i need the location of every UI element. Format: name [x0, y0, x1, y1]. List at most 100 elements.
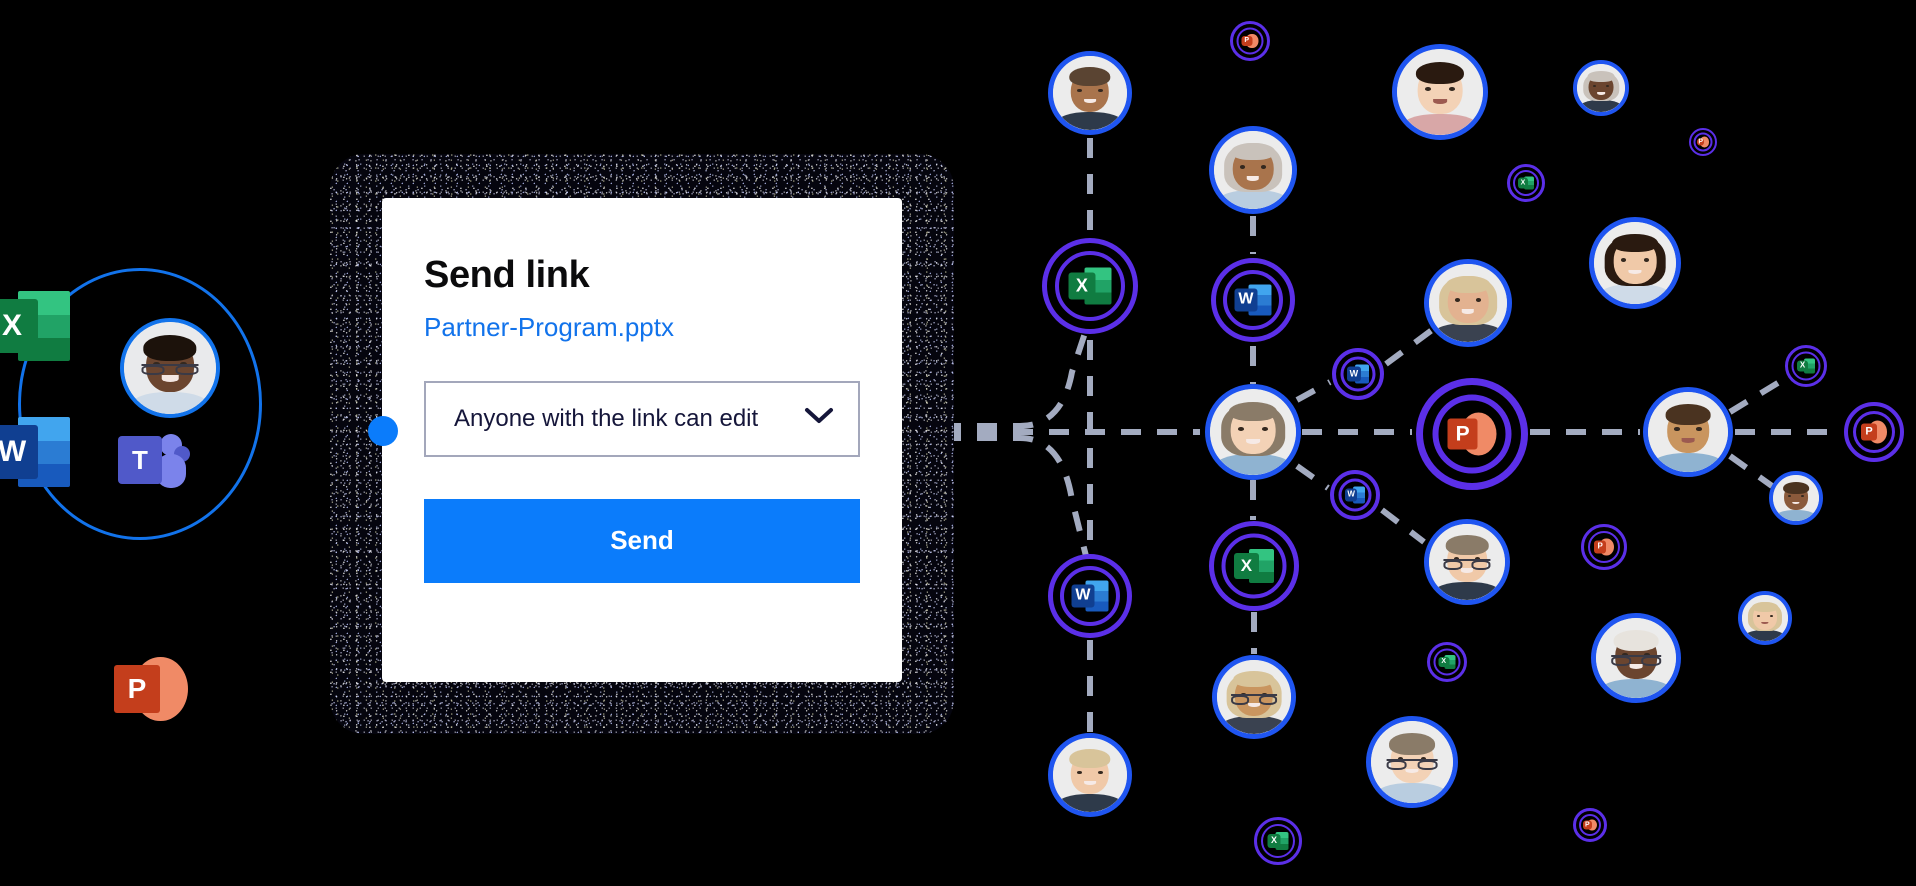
app-glyph-wrapper: W [1347, 364, 1369, 385]
avatar[interactable] [1048, 51, 1132, 135]
app-node-excel[interactable]: X [1254, 817, 1302, 865]
card-connector-dot [368, 416, 398, 446]
app-glyph-wrapper: W [1071, 579, 1109, 614]
avatar-face [1429, 524, 1505, 600]
powerpoint-icon[interactable]: P [114, 654, 188, 724]
excel-icon: X [1797, 358, 1815, 375]
app-node-word[interactable]: W [1211, 258, 1295, 342]
app-node-word[interactable]: W [1330, 470, 1380, 520]
avatar-face [1742, 595, 1788, 641]
ppt-icon: P [1697, 136, 1709, 148]
word-icon: W [1345, 486, 1365, 505]
word-letter: W [0, 424, 39, 480]
teams-icon[interactable]: T [116, 432, 190, 494]
excel-icon: X [1068, 266, 1112, 307]
app-glyph-wrapper: X [1438, 654, 1456, 670]
app-node-excel[interactable]: X [1042, 238, 1138, 334]
app-glyph-wrapper: X [1267, 831, 1289, 851]
avatar-face [124, 322, 216, 414]
word-icon[interactable]: W [0, 412, 70, 492]
app-node-ppt[interactable]: P [1416, 378, 1528, 490]
avatar-face [1214, 131, 1292, 209]
hero-avatar[interactable] [120, 318, 220, 418]
word-icon: W [1071, 579, 1109, 614]
app-node-ppt[interactable]: P [1573, 808, 1607, 842]
left-app-orbit-cluster: T X W P [0, 228, 300, 722]
app-glyph-wrapper: P [1447, 411, 1497, 458]
avatar[interactable] [1048, 733, 1132, 817]
avatar-face [1217, 660, 1291, 734]
avatar[interactable] [1209, 126, 1297, 214]
send-button[interactable]: Send [424, 498, 860, 583]
avatar-face [1648, 392, 1728, 472]
ppt-icon: P [1861, 420, 1887, 445]
edge-p7-p8 [1728, 453, 1774, 489]
share-card-container: Send link Partner-Program.pptx Anyone wi… [330, 154, 954, 734]
app-glyph-wrapper: W [1345, 486, 1365, 505]
app-glyph-wrapper: X [1797, 358, 1815, 375]
avatar-face [1053, 56, 1127, 130]
edge-hub-a10 [1295, 463, 1330, 491]
excel-icon[interactable]: X [0, 286, 70, 366]
excel-icon: X [1438, 654, 1456, 670]
app-node-ppt[interactable]: P [1844, 402, 1904, 462]
avatar[interactable] [1591, 613, 1681, 703]
ppt-icon: P [1241, 33, 1259, 49]
app-glyph-wrapper: X [1518, 176, 1534, 191]
excel-icon: X [1267, 831, 1289, 851]
app-node-excel[interactable]: X [1507, 164, 1545, 202]
app-node-ppt[interactable]: P [1581, 524, 1627, 570]
ppt-icon: P [1447, 411, 1497, 458]
app-node-excel[interactable]: X [1427, 642, 1467, 682]
edge-a10-p9 [1380, 507, 1426, 545]
avatar[interactable] [1392, 44, 1488, 140]
app-node-word[interactable]: W [1332, 348, 1384, 400]
app-node-ppt[interactable]: P [1689, 128, 1717, 156]
avatar-face [1773, 475, 1819, 521]
network-share-scene: T X W P Send link Partner-Program.pptx A… [0, 0, 1916, 886]
avatar[interactable] [1643, 387, 1733, 477]
avatar[interactable] [1212, 655, 1296, 739]
excel-letter: X [0, 298, 39, 354]
app-node-word[interactable]: W [1048, 554, 1132, 638]
word-icon: W [1347, 364, 1369, 385]
permission-select-value: Anyone with the link can edit [454, 404, 759, 432]
app-glyph-wrapper: P [1594, 538, 1614, 557]
avatar-face [1210, 389, 1296, 475]
avatar[interactable] [1738, 591, 1792, 645]
app-glyph-wrapper: W [1234, 283, 1272, 318]
teams-letter: T [118, 436, 162, 484]
edge-hub-a6 [1295, 379, 1332, 403]
edge-p7-a7 [1728, 375, 1788, 415]
app-glyph-wrapper: P [1583, 819, 1597, 832]
edge-a6-p5 [1384, 327, 1434, 367]
avatar[interactable] [1769, 471, 1823, 525]
ppt-icon: P [1594, 538, 1614, 557]
excel-icon: X [1234, 547, 1274, 585]
app-node-excel[interactable]: X [1209, 521, 1299, 611]
avatar-face [1594, 222, 1676, 304]
app-glyph-wrapper: P [1861, 420, 1887, 445]
app-node-excel[interactable]: X [1785, 345, 1827, 387]
word-icon: W [1234, 283, 1272, 318]
avatar-face [1371, 721, 1453, 803]
avatar-face [1429, 264, 1507, 342]
avatar-face [1596, 618, 1676, 698]
avatar-face [1577, 64, 1625, 112]
app-glyph-wrapper: X [1068, 266, 1112, 307]
avatar[interactable] [1424, 259, 1512, 347]
avatar[interactable] [1424, 519, 1510, 605]
avatar-face [1053, 738, 1127, 812]
chevron-down-icon [804, 407, 834, 430]
file-name-link[interactable]: Partner-Program.pptx [424, 312, 860, 343]
permission-select[interactable]: Anyone with the link can edit [424, 380, 860, 457]
avatar[interactable] [1366, 716, 1458, 808]
page-title: Send link [424, 254, 590, 296]
avatar[interactable] [1589, 217, 1681, 309]
avatar[interactable] [1573, 60, 1629, 116]
app-glyph-wrapper: P [1697, 136, 1709, 148]
ppt-icon: P [1583, 819, 1597, 832]
app-node-ppt[interactable]: P [1230, 21, 1270, 61]
app-glyph-wrapper: X [1234, 547, 1274, 585]
avatar[interactable] [1205, 384, 1301, 480]
